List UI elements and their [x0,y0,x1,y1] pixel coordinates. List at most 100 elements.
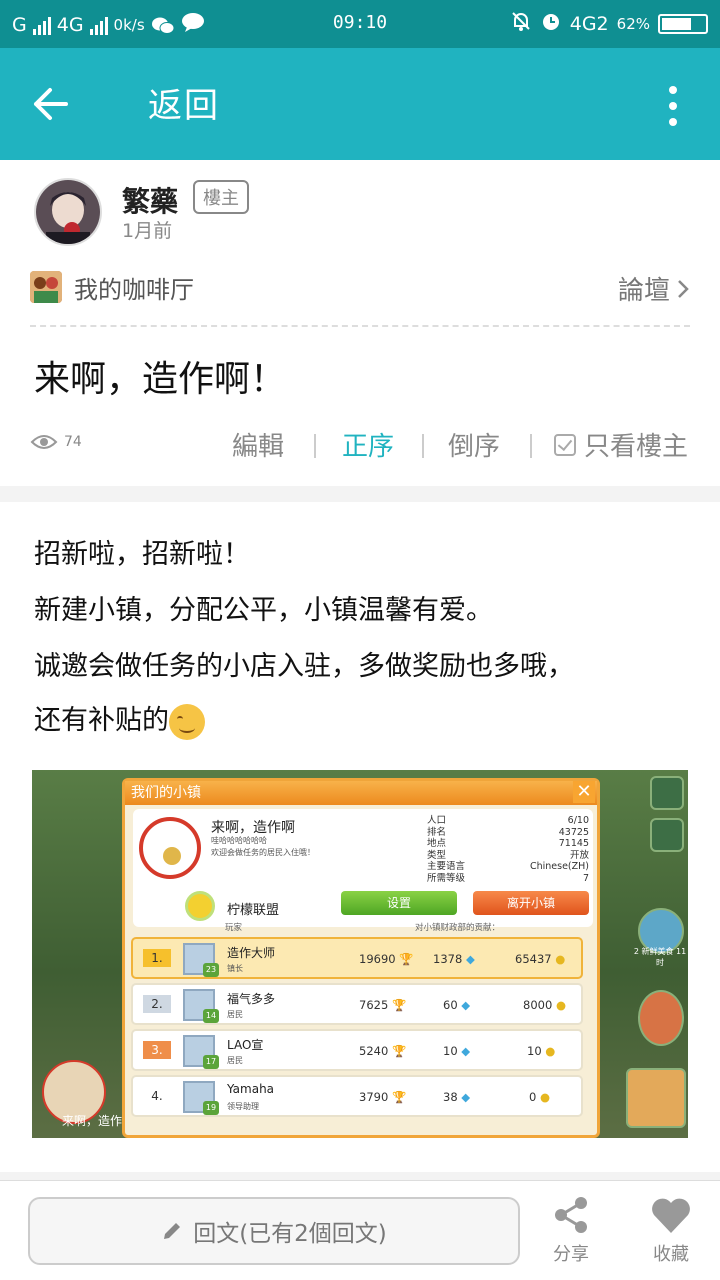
town-card: 来啊，造作啊 哇哈哈哈哈哈哈 欢迎会做任务的居民入住哦！ 人口 排名 地点 类型… [133,809,593,927]
lucky-cat-icon [139,817,201,879]
player-role: 领导助理 [227,1102,259,1111]
author-name[interactable]: 繁藥 [122,180,178,220]
share-button[interactable]: 分享 [536,1195,606,1266]
status-right: 4G2 62% [510,10,708,37]
trophy-count: 19690 🏆 [359,952,414,966]
body-line: 还有补贴的 [34,705,169,736]
chat-icon [650,818,684,852]
gem-count: 1378 ◆ [433,952,475,966]
leave-town-button: 离开小镇 [473,891,589,915]
only-owner-label: 只看樓主 [584,432,689,462]
more-options-button[interactable] [666,86,680,126]
battery-icon [658,13,708,34]
coin-count: 10 ● [527,1044,556,1058]
trophy-count: 5240 🏆 [359,1044,407,1058]
player-role: 镇长 [227,964,243,973]
info-value: Chinese(ZH) [529,861,589,872]
info-value: 7 [582,872,589,884]
game-screenshot-image[interactable]: 2 新鲜美食 11时 来啊，造作 我们的小镇 ✕ 来啊，造作啊 哇哈哈哈哈哈哈 … [32,770,688,1138]
pencil-icon [164,1223,181,1239]
post-content: 招新啦，招新啦！ 新建小镇，分配公平，小镇温馨有爱。 诚邀会做任务的小店入驻，多… [0,502,720,1172]
bottom-bar: 回文(已有2個回文) 分享 收藏 [0,1180,720,1280]
view-count: 74 [30,432,82,452]
eye-icon [30,435,58,449]
more-dot-icon [669,86,677,94]
toolbar-separator [314,434,316,458]
ranking-row: 2. 14 福气多多 居民 7625 🏆 60 ◆ 8000 ● [131,983,583,1025]
level-badge: 17 [203,1055,219,1069]
status-bar: G 4G 0k/s 09:10 4G2 62% [0,0,720,48]
close-icon: ✕ [573,781,595,803]
app-bar: 返回 [0,48,720,160]
level-badge: 14 [203,1009,219,1023]
town-sub: 哇哈哈哈哈哈哈 [211,836,267,845]
author-avatar[interactable] [34,178,102,246]
post-title: 来啊，造作啊！ [34,359,287,400]
dashed-divider [30,325,690,327]
reply-input[interactable]: 回文(已有2個回文) [28,1197,520,1265]
town-name: 来啊，造作啊 [211,820,295,836]
balloon-icon [638,990,684,1046]
player-name: 福气多多 [227,992,276,1006]
coin-count: 8000 ● [523,998,566,1012]
order-asc-button[interactable]: 正序 [342,426,394,463]
info-value: 6/10 [567,815,589,826]
forum-link[interactable]: 論壇 [618,270,690,307]
favorite-button[interactable]: 收藏 [636,1195,706,1266]
info-value: 开放 [569,849,589,861]
post-header: 繁藥 樓主 1月前 我的咖啡厅 論壇 来啊，造作啊！ 74 編輯 正序 倒序 只… [0,160,720,486]
town-info-labels: 人口 排名 地点 类型 主要语言 所需等级 [427,815,465,884]
alliance-name: 柠檬联盟 [227,903,280,918]
town-info-values: 6/10 43725 71145 开放 Chinese(ZH) 7 [481,815,589,884]
owner-badge: 樓主 [193,180,249,214]
network-label-right: 4G2 [569,12,609,35]
rank: 4. [151,1089,163,1103]
column-player: 玩家 [225,923,243,933]
town-panel: 我们的小镇 ✕ 来啊，造作啊 哇哈哈哈哈哈哈 欢迎会做任务的居民入住哦！ 人口 … [122,778,600,1138]
more-dot-icon [669,118,677,126]
forum-name: 我的咖啡厅 [74,275,194,304]
edit-button[interactable]: 編輯 [232,426,284,463]
rank: 3. [143,1041,171,1059]
town-bottom-label: 来啊，造作 [62,1114,123,1128]
shop-icon [626,1068,686,1128]
chevron-right-icon [678,279,689,298]
body-line: 诚邀会做任务的小店入驻，多做奖励也多哦， [34,651,574,682]
settings-button: 设置 [341,891,457,915]
checkbox-icon[interactable] [554,433,576,456]
side-label: 2 新鲜美食 11时 [633,947,687,967]
back-button[interactable] [30,84,80,124]
level-badge: 23 [203,963,219,977]
body-line: 招新啦，招新啦！ [34,539,250,570]
player-role: 居民 [227,1056,243,1065]
favorite-label: 收藏 [653,1244,689,1265]
list-icon [650,776,684,810]
page-title[interactable]: 返回 [148,78,220,127]
heart-icon [652,1198,690,1233]
info-label: 排名 [427,826,447,838]
gem-count: 10 ◆ [443,1044,471,1058]
player-role: 居民 [227,1010,243,1019]
only-owner-toggle[interactable]: 只看樓主 [554,426,688,463]
player-name: LAO宣 [227,1038,264,1052]
ranking-row: 4. 19 Yamaha 领导助理 3790 🏆 38 ◆ 0 ● [131,1075,583,1117]
rank: 1. [143,949,171,967]
info-label: 地点 [427,838,447,849]
battery-percent: 62% [616,14,650,33]
alarm-icon [540,10,562,37]
info-label: 所需等级 [427,872,466,884]
town-sub: 欢迎会做任务的居民入住哦！ [211,848,315,857]
smiley-emoji-icon [169,703,205,740]
post-toolbar: 74 編輯 正序 倒序 只看樓主 [30,422,690,468]
body-line-with-emoji: 还有补贴的 [34,698,205,740]
order-desc-button[interactable]: 倒序 [448,426,500,463]
player-name: 造作大师 [227,946,276,960]
panel-title: 我们的小镇 [125,781,597,805]
info-value: 43725 [558,826,589,838]
forum-icon [30,271,62,303]
lemon-icon [185,891,215,921]
forum-row[interactable]: 我的咖啡厅 論壇 [30,264,690,310]
info-label: 类型 [427,849,447,861]
ranking-row: 3. 17 LAO宣 居民 5240 🏆 10 ◆ 10 ● [131,1029,583,1071]
ranking-row: 1. 23 造作大师 镇长 19690 🏆 1378 ◆ 65437 ● [131,937,583,979]
